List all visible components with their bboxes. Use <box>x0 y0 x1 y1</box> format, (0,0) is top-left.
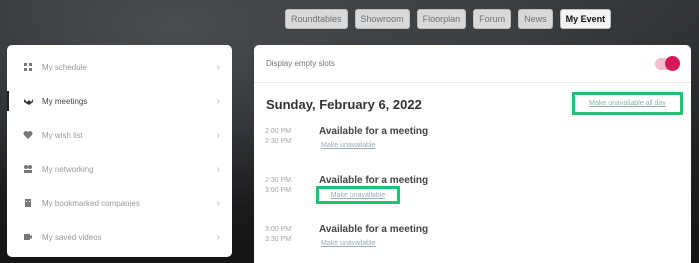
top-navigation: Roundtables Showroom Floorplan Forum New… <box>285 9 612 29</box>
sidebar-item-my-bookmarked-companies[interactable]: My bookmarked companies › <box>7 186 232 220</box>
sidebar-item-my-meetings[interactable]: My meetings › <box>7 84 232 118</box>
video-icon <box>22 231 34 243</box>
slot-end-time: 3:30 PM <box>265 236 292 243</box>
sidebar: My schedule › My meetings › My wish list… <box>7 45 232 257</box>
slot-title: Available for a meeting <box>319 175 429 186</box>
slot-times: 2:00 PM 2:30 PM <box>265 127 291 147</box>
slot-times: 3:00 PM 3:30 PM <box>265 225 291 245</box>
time-slot: 2:00 PM 2:30 PM Available for a meeting … <box>254 123 691 172</box>
make-unavailable-all-day-link[interactable]: Make unavailable all day <box>572 92 683 115</box>
chevron-right-icon: › <box>216 61 220 73</box>
heart-icon <box>22 129 34 141</box>
slot-start-time: 3:00 PM <box>265 226 292 233</box>
slot-title: Available for a meeting <box>319 224 429 235</box>
chevron-right-icon: › <box>216 129 220 141</box>
sidebar-item-label: My bookmarked companies <box>42 198 140 208</box>
display-empty-slots-label: Display empty slots <box>266 59 335 68</box>
slot-start-time: 2:30 PM <box>265 177 292 184</box>
nav-news[interactable]: News <box>518 9 553 29</box>
nav-forum[interactable]: Forum <box>473 9 512 29</box>
make-unavailable-link[interactable]: Make unavailable <box>316 186 400 204</box>
slot-end-time: 2:30 PM <box>265 138 292 145</box>
slot-title: Available for a meeting <box>319 126 429 137</box>
slot-end-time: 3:00 PM <box>265 187 292 194</box>
schedule-icon <box>22 61 34 73</box>
chevron-right-icon: › <box>216 163 220 175</box>
sidebar-item-my-schedule[interactable]: My schedule › <box>7 50 232 84</box>
date-header: Sunday, February 6, 2022 Make unavailabl… <box>254 83 691 123</box>
meetings-panel: Display empty slots Sunday, February 6, … <box>254 45 691 263</box>
people-icon <box>22 163 34 175</box>
slot-times: 2:30 PM 3:00 PM <box>265 176 291 196</box>
chevron-right-icon: › <box>216 197 220 209</box>
make-unavailable-link[interactable]: Make unavailable <box>321 142 375 149</box>
time-slot: 2:30 PM 3:00 PM Available for a meeting … <box>254 172 691 221</box>
date-title: Sunday, February 6, 2022 <box>266 97 422 112</box>
chevron-right-icon: › <box>216 95 220 107</box>
sidebar-item-my-wish-list[interactable]: My wish list › <box>7 118 232 152</box>
nav-my-event[interactable]: My Event <box>559 9 612 29</box>
sidebar-item-label: My wish list <box>42 130 83 140</box>
sidebar-item-label: My saved videos <box>42 232 102 242</box>
slot-start-time: 2:00 PM <box>265 128 292 135</box>
sidebar-item-label: My networking <box>42 164 94 174</box>
sidebar-item-label: My meetings <box>42 96 88 106</box>
company-icon <box>22 197 34 209</box>
make-unavailable-link[interactable]: Make unavailable <box>321 240 375 247</box>
nav-roundtables[interactable]: Roundtables <box>285 9 348 29</box>
sidebar-item-my-networking[interactable]: My networking › <box>7 152 232 186</box>
sidebar-item-my-saved-videos[interactable]: My saved videos › <box>7 220 232 254</box>
display-empty-slots-row: Display empty slots <box>254 45 691 83</box>
time-slot: 3:00 PM 3:30 PM Available for a meeting … <box>254 221 691 263</box>
display-empty-slots-toggle[interactable] <box>655 55 680 71</box>
chevron-right-icon: › <box>216 231 220 243</box>
sidebar-item-label: My schedule <box>42 62 87 72</box>
nav-floorplan[interactable]: Floorplan <box>416 9 467 29</box>
handshake-icon <box>22 95 34 107</box>
nav-showroom[interactable]: Showroom <box>354 9 410 29</box>
